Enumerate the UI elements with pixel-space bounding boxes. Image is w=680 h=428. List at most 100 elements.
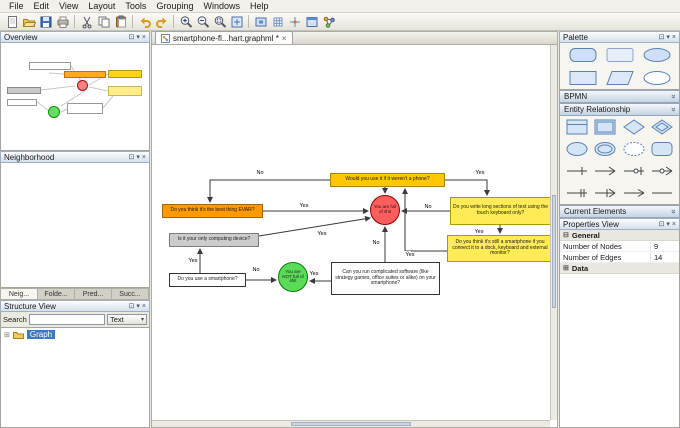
cut-icon[interactable] bbox=[78, 14, 95, 30]
er-shape-weak-relationship[interactable] bbox=[651, 119, 673, 135]
section-chevron-icon[interactable]: « bbox=[668, 107, 677, 111]
graph-canvas[interactable]: Would you use it if it weren't a phone? D… bbox=[151, 45, 558, 428]
search-mode-dropdown[interactable]: Text ▾ bbox=[107, 314, 147, 325]
minimize-icon[interactable]: ▾ bbox=[666, 221, 670, 228]
er-shape-attribute[interactable] bbox=[566, 141, 588, 157]
undock-icon[interactable]: ⊡ bbox=[659, 34, 665, 41]
tab-neighborhood[interactable]: Neig... bbox=[1, 289, 38, 299]
edge-label[interactable]: Yes bbox=[318, 231, 327, 237]
canvas-vertical-scrollbar[interactable] bbox=[550, 45, 557, 420]
undock-icon[interactable]: ⊡ bbox=[129, 34, 135, 41]
close-icon[interactable]: × bbox=[672, 34, 676, 41]
edge-label[interactable]: No bbox=[424, 204, 431, 210]
er-connector-one-optional[interactable] bbox=[623, 165, 645, 177]
er-connector-arrow[interactable] bbox=[623, 187, 645, 199]
flowchart-edge[interactable] bbox=[405, 189, 447, 251]
fit-content-icon[interactable] bbox=[252, 14, 269, 30]
scrollbar-thumb[interactable] bbox=[291, 422, 410, 426]
zoom-out-icon[interactable] bbox=[194, 14, 211, 30]
new-document-icon[interactable] bbox=[3, 14, 20, 30]
snap-lines-icon[interactable] bbox=[286, 14, 303, 30]
flowchart-node-still-smartphone[interactable]: Do you think it's still a smartphone if … bbox=[447, 235, 553, 262]
flowchart-node-not-full-of-shit[interactable]: You are NOT full of shit bbox=[278, 262, 308, 292]
menu-help[interactable]: Help bbox=[245, 0, 274, 12]
print-icon[interactable] bbox=[54, 14, 71, 30]
close-icon[interactable]: × bbox=[142, 303, 146, 310]
menu-view[interactable]: View bbox=[54, 0, 83, 12]
zoom-fit-icon[interactable] bbox=[228, 14, 245, 30]
palette-shape-rounded-rectangle[interactable] bbox=[569, 47, 597, 63]
collapse-icon[interactable]: ⊟ bbox=[563, 231, 569, 239]
edge-label[interactable]: Yes bbox=[300, 203, 309, 209]
overview-minimap[interactable] bbox=[0, 43, 150, 151]
undock-icon[interactable]: ⊡ bbox=[129, 303, 135, 310]
minimize-icon[interactable]: ▾ bbox=[136, 303, 140, 310]
properties-group-data[interactable]: ⊞ Data bbox=[560, 263, 679, 274]
tree-expander-icon[interactable]: ⊞ bbox=[4, 331, 10, 339]
er-connector-line[interactable] bbox=[651, 187, 673, 199]
edge-label[interactable]: No bbox=[256, 170, 263, 176]
palette-shape-rectangle[interactable] bbox=[569, 70, 597, 86]
property-row-edge-count[interactable]: Number of Edges 14 bbox=[560, 252, 679, 263]
open-icon[interactable] bbox=[20, 14, 37, 30]
edge-label[interactable]: No bbox=[252, 267, 259, 273]
copy-icon[interactable] bbox=[95, 14, 112, 30]
palette-section-current-elements[interactable]: Current Elements « bbox=[559, 205, 680, 218]
palette-shape-rectangle-shadow[interactable] bbox=[606, 47, 634, 63]
er-shape-derived-attribute[interactable] bbox=[623, 141, 645, 157]
tree-item-graph[interactable]: ⊞ Graph bbox=[4, 330, 146, 339]
palette-section-bpmn[interactable]: BPMN « bbox=[559, 90, 680, 103]
scrollbar-thumb[interactable] bbox=[552, 195, 556, 308]
er-shape-entity[interactable] bbox=[566, 119, 588, 135]
save-icon[interactable] bbox=[37, 14, 54, 30]
edge-label[interactable]: Yes bbox=[310, 271, 319, 277]
palette-shape-ellipse[interactable] bbox=[643, 47, 671, 63]
undo-icon[interactable] bbox=[136, 14, 153, 30]
er-connector-one[interactable] bbox=[566, 165, 588, 177]
menu-windows[interactable]: Windows bbox=[198, 0, 245, 12]
minimize-icon[interactable]: ▾ bbox=[666, 34, 670, 41]
tab-successors[interactable]: Succ... bbox=[112, 289, 149, 299]
flowchart-node-complicated-software[interactable]: Can you run complicated software (like s… bbox=[331, 262, 440, 295]
er-connector-many-optional[interactable] bbox=[651, 165, 673, 177]
menu-tools[interactable]: Tools bbox=[120, 0, 151, 12]
tab-predecessors[interactable]: Pred... bbox=[75, 289, 112, 299]
minimize-icon[interactable]: ▾ bbox=[136, 154, 140, 161]
close-icon[interactable]: × bbox=[142, 34, 146, 41]
edge-label[interactable]: Yes bbox=[476, 170, 485, 176]
canvas-horizontal-scrollbar[interactable] bbox=[152, 420, 550, 427]
undock-icon[interactable]: ⊡ bbox=[659, 221, 665, 228]
property-row-node-count[interactable]: Number of Nodes 9 bbox=[560, 241, 679, 252]
edge-label[interactable]: Yes bbox=[189, 258, 198, 264]
expand-icon[interactable]: ⊞ bbox=[563, 264, 569, 272]
zoom-in-icon[interactable] bbox=[177, 14, 194, 30]
er-shape-weak-entity[interactable] bbox=[594, 119, 616, 135]
overview-mode-icon[interactable] bbox=[303, 14, 320, 30]
flowchart-edge[interactable] bbox=[445, 180, 487, 195]
close-icon[interactable]: × bbox=[672, 221, 676, 228]
edge-label[interactable]: Yes bbox=[406, 252, 415, 258]
document-tab[interactable]: smartphone-fl...hart.graphml * × bbox=[155, 31, 293, 44]
menu-edit[interactable]: Edit bbox=[29, 0, 55, 12]
redo-icon[interactable] bbox=[153, 14, 170, 30]
palette-shape-parallelogram[interactable] bbox=[606, 70, 634, 86]
section-chevron-icon[interactable]: « bbox=[668, 94, 677, 98]
close-icon[interactable]: × bbox=[142, 154, 146, 161]
paste-icon[interactable] bbox=[112, 14, 129, 30]
minimize-icon[interactable]: ▾ bbox=[136, 34, 140, 41]
search-input[interactable] bbox=[29, 314, 105, 325]
flowchart-edge[interactable] bbox=[259, 218, 370, 236]
palette-section-entity-relationship[interactable]: Entity Relationship « bbox=[559, 103, 680, 116]
neighborhood-view[interactable] bbox=[0, 163, 150, 288]
edge-label[interactable]: No bbox=[372, 240, 379, 246]
er-connector-one-mandatory[interactable] bbox=[566, 187, 588, 199]
er-shape-multivalued-attribute[interactable] bbox=[594, 141, 616, 157]
menu-file[interactable]: File bbox=[4, 0, 29, 12]
flowchart-edge[interactable] bbox=[210, 180, 330, 202]
undock-icon[interactable]: ⊡ bbox=[129, 154, 135, 161]
grid-icon[interactable] bbox=[269, 14, 286, 30]
flowchart-node-best-evar[interactable]: Do you think it's the best thing EVAR? bbox=[162, 204, 263, 218]
menu-layout[interactable]: Layout bbox=[83, 0, 120, 12]
flowchart-node-write-long-text[interactable]: Do you write long sections of text using… bbox=[450, 197, 551, 225]
flowchart-node-would-use[interactable]: Would you use it if it weren't a phone? bbox=[330, 173, 445, 187]
